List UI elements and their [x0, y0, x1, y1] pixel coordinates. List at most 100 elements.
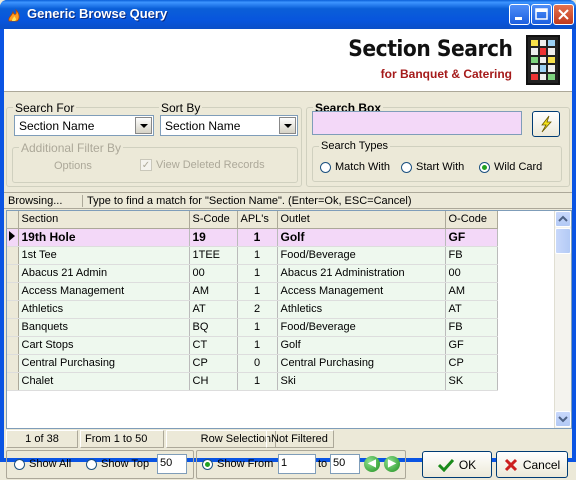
search-go-button[interactable] — [532, 111, 560, 137]
row-indicator[interactable] — [7, 282, 19, 301]
radio-match-with[interactable]: Match With — [320, 161, 390, 173]
filter-state: Not Filtered — [266, 430, 334, 448]
column-header-o-code[interactable]: O-Code — [445, 211, 498, 229]
table-row[interactable]: Chalet CH 1 Ski SK — [7, 372, 498, 391]
cell-apls: 1 — [237, 246, 278, 265]
table-row[interactable]: Abacus 21 Admin 00 1 Abacus 21 Administrati… — [7, 264, 498, 283]
arrow-left-icon[interactable]: ◀ — [364, 456, 380, 472]
cell-s-code: AM — [189, 282, 238, 301]
title-bar[interactable]: Generic Browse Query — [0, 0, 576, 29]
radio-icon — [86, 458, 97, 470]
scroll-up-button[interactable] — [555, 211, 571, 227]
column-header-section[interactable]: Section — [18, 211, 190, 229]
cancel-label: Cancel — [522, 457, 561, 472]
record-position: 1 of 38 — [6, 430, 78, 448]
column-header-apls[interactable]: APL's — [237, 211, 278, 229]
arrow-right-icon[interactable]: ▶ — [384, 456, 400, 472]
table-row[interactable]: Cart Stops CT 1 Golf GF — [7, 336, 498, 355]
browse-mode: Browsing... — [8, 195, 63, 207]
cell-o-code: GF — [445, 336, 498, 355]
cell-apls: 2 — [237, 300, 278, 319]
table-row[interactable]: Athletics AT 2 Athletics AT — [7, 300, 498, 319]
cell-outlet: Ski — [277, 372, 446, 391]
row-indicator[interactable] — [7, 318, 19, 337]
record-status-bar: 1 of 38 From 1 to 50 Row Selection Not F… — [4, 430, 572, 449]
additional-filter-label: Additional Filter By — [19, 141, 124, 155]
cell-o-code: FB — [445, 246, 498, 265]
cell-o-code: FB — [445, 318, 498, 337]
sort-by-select[interactable]: Section Name — [160, 115, 298, 136]
table-row[interactable]: 1st Tee 1TEE 1 Food/Beverage FB — [7, 246, 498, 265]
scroll-thumb[interactable] — [555, 228, 571, 254]
row-indicator[interactable] — [7, 354, 19, 373]
row-indicator[interactable] — [7, 300, 19, 319]
column-header-outlet[interactable]: Outlet — [277, 211, 446, 229]
scroll-down-button[interactable] — [555, 411, 571, 427]
search-for-select[interactable]: Section Name — [14, 115, 154, 136]
cell-outlet: Golf — [277, 336, 446, 355]
row-indicator[interactable] — [7, 228, 19, 247]
cell-s-code: CP — [189, 354, 238, 373]
sort-by-value: Section Name — [165, 119, 241, 133]
table-row[interactable]: Central Purchasing CP 0 Central Purchasing C… — [7, 354, 498, 373]
page-title: Section Search — [347, 37, 513, 62]
window-client: Section Search for Banquet & Catering Se… — [4, 29, 572, 479]
results-table: Section S-Code APL's Outlet O-Code 19th … — [7, 211, 498, 391]
radio-show-from[interactable]: Show From — [202, 458, 273, 470]
vertical-scrollbar[interactable] — [554, 211, 571, 428]
cell-apls: 1 — [237, 228, 278, 247]
checkbox-check-icon: ✓ — [140, 159, 152, 171]
cell-s-code: 19 — [189, 228, 238, 247]
radio-icon — [320, 161, 331, 173]
cell-section: Abacus 21 Admin — [18, 264, 190, 283]
row-indicator[interactable] — [7, 264, 19, 283]
table-body: 19th Hole 19 1 Golf GF 1st Tee 1TEE 1 Food/Bever… — [7, 228, 498, 391]
chevron-down-icon[interactable] — [279, 117, 296, 134]
bottom-toolbar: Show All Show Top 50 Show From 1 to 50 ◀… — [4, 450, 572, 480]
minimize-button[interactable] — [509, 4, 530, 25]
radio-icon — [401, 161, 412, 173]
window-title: Generic Browse Query — [27, 6, 168, 21]
show-top-input[interactable]: 50 — [157, 454, 187, 474]
radio-show-all[interactable]: Show All — [14, 458, 71, 470]
cell-apls: 1 — [237, 318, 278, 337]
row-indicator[interactable] — [7, 336, 19, 355]
show-top-label: Show Top — [101, 458, 150, 470]
ok-button[interactable]: OK — [422, 451, 492, 478]
table-row[interactable]: Access Management AM 1 Access Management AM — [7, 282, 498, 301]
to-input[interactable]: 50 — [330, 454, 360, 474]
table-row[interactable]: 19th Hole 19 1 Golf GF — [7, 228, 498, 247]
maximize-button[interactable] — [531, 4, 552, 25]
current-row-arrow-icon — [9, 231, 16, 241]
radio-show-top[interactable]: Show Top — [86, 458, 149, 470]
row-indicator[interactable] — [7, 246, 19, 265]
column-header-s-code[interactable]: S-Code — [189, 211, 238, 229]
table-header-row: Section S-Code APL's Outlet O-Code — [7, 211, 498, 229]
cell-o-code: GF — [445, 228, 498, 247]
lightning-icon — [541, 115, 552, 133]
view-deleted-checkbox[interactable]: ✓ View Deleted Records — [140, 159, 265, 171]
search-for-value: Section Name — [19, 119, 95, 133]
show-all-label: Show All — [29, 458, 72, 470]
sort-by-label: Sort By — [159, 101, 203, 115]
cancel-button[interactable]: Cancel — [496, 451, 568, 478]
results-grid[interactable]: Section S-Code APL's Outlet O-Code 19th … — [6, 210, 572, 429]
ok-label: OK — [458, 457, 477, 472]
chevron-down-icon[interactable] — [135, 117, 152, 134]
cell-apls: 1 — [237, 372, 278, 391]
start-with-label: Start With — [416, 161, 465, 173]
search-input[interactable] — [312, 111, 522, 135]
from-input[interactable]: 1 — [278, 454, 316, 474]
search-types-label: Search Types — [319, 140, 391, 152]
cell-apls: 0 — [237, 354, 278, 373]
radio-wild-card[interactable]: Wild Card — [479, 161, 542, 173]
cell-section: Access Management — [18, 282, 190, 301]
radio-selected-icon — [479, 161, 490, 173]
radio-start-with[interactable]: Start With — [401, 161, 464, 173]
options-button[interactable]: Options — [54, 160, 92, 172]
table-row[interactable]: Banquets BQ 1 Food/Beverage FB — [7, 318, 498, 337]
cell-s-code: 00 — [189, 264, 238, 283]
close-button[interactable] — [553, 4, 574, 25]
wild-card-label: Wild Card — [494, 161, 543, 173]
row-indicator[interactable] — [7, 372, 19, 391]
